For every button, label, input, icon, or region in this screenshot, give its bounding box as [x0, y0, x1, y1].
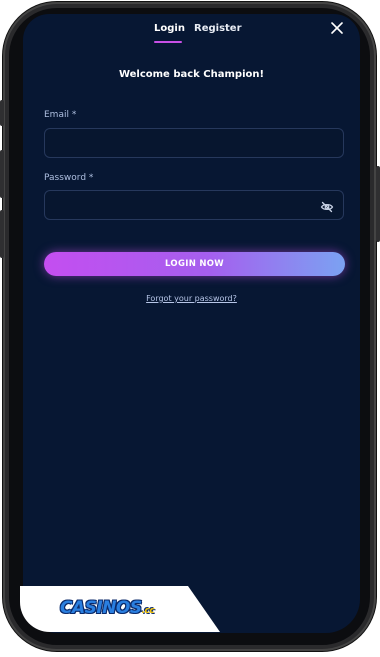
close-icon: [331, 22, 343, 34]
eye-off-icon: [320, 201, 334, 213]
password-visibility-toggle[interactable]: [320, 199, 334, 213]
phone-side-button-right: [376, 166, 380, 242]
active-tab-indicator: [154, 41, 182, 43]
password-label: Password *: [44, 173, 94, 183]
phone-side-button-left-3: [0, 210, 4, 258]
brand-badge: CASINOS.cc: [20, 586, 220, 632]
email-field[interactable]: [45, 129, 343, 157]
tab-login[interactable]: Login: [154, 23, 185, 34]
email-field-container: [44, 128, 344, 158]
auth-tabs: Login Register: [23, 23, 360, 45]
phone-side-button-left-2: [0, 150, 4, 198]
login-screen: Login Register Welcome back Champion! Em…: [23, 14, 360, 633]
email-label: Email *: [44, 110, 77, 120]
casinos-logo: CASINOS.cc: [60, 598, 155, 618]
login-button[interactable]: LOGIN NOW: [44, 252, 345, 276]
page-title: Welcome back Champion!: [118, 69, 265, 80]
password-field-container: [44, 190, 344, 220]
tab-register[interactable]: Register: [194, 23, 242, 34]
logo-text: CASINOS: [60, 598, 142, 618]
phone-side-button-left-1: [0, 100, 4, 126]
forgot-password-link[interactable]: Forgot your password?: [23, 294, 360, 303]
logo-tld: .cc: [141, 606, 155, 616]
password-field[interactable]: [45, 191, 343, 219]
close-button[interactable]: [330, 21, 344, 35]
